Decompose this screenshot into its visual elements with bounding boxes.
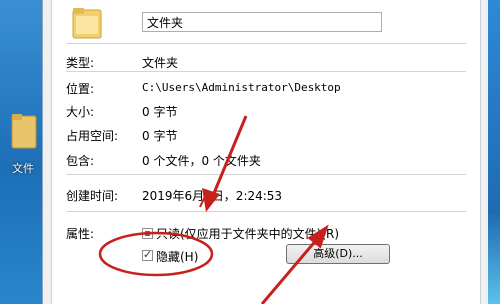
general-tab-content: 类型: 文件夹 位置: C:\Users\Administrator\Deskt… bbox=[51, 0, 481, 304]
divider bbox=[66, 174, 466, 175]
divider bbox=[66, 43, 466, 44]
folder-icon[interactable] bbox=[10, 110, 40, 150]
divider bbox=[66, 211, 466, 212]
contains-value: 0 个文件，0 个文件夹 bbox=[142, 154, 261, 168]
folder-name-input[interactable] bbox=[142, 12, 382, 32]
created-label: 创建时间: bbox=[66, 189, 119, 203]
folder-icon bbox=[72, 8, 102, 39]
advanced-button[interactable]: 高级(D)... bbox=[286, 244, 390, 264]
hidden-checkbox[interactable] bbox=[142, 248, 153, 261]
desktop-folder-label[interactable]: 文件 bbox=[12, 160, 34, 176]
size-on-disk-label: 占用空间: bbox=[66, 129, 119, 143]
type-label: 类型: bbox=[66, 56, 95, 70]
attributes-label: 属性: bbox=[66, 227, 95, 241]
readonly-checkbox[interactable] bbox=[142, 228, 153, 239]
contains-label: 包含: bbox=[66, 154, 95, 168]
desktop-background-right bbox=[488, 0, 500, 304]
divider bbox=[66, 71, 466, 72]
type-value: 文件夹 bbox=[142, 56, 179, 70]
size-label: 大小: bbox=[66, 105, 95, 119]
location-label: 位置: bbox=[66, 82, 95, 96]
desktop-background: 文件 bbox=[0, 0, 42, 304]
readonly-label[interactable]: 只读(仅应用于文件夹中的文件)(R) bbox=[156, 225, 339, 242]
hidden-label[interactable]: 隐藏(H) bbox=[156, 248, 198, 265]
size-value: 0 字节 bbox=[142, 105, 178, 119]
properties-dialog: 类型: 文件夹 位置: C:\Users\Administrator\Deskt… bbox=[42, 0, 489, 304]
created-value: 2019年6月1日，2:24:53 bbox=[142, 189, 283, 203]
location-value: C:\Users\Administrator\Desktop bbox=[142, 81, 341, 94]
size-on-disk-value: 0 字节 bbox=[142, 129, 178, 143]
